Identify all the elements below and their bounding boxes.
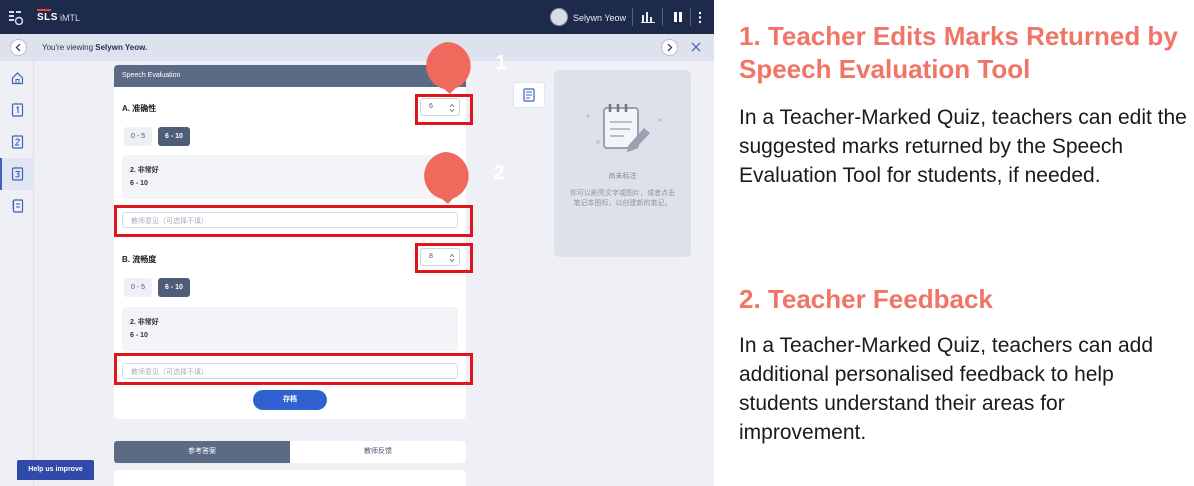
more-vertical-icon[interactable] (698, 11, 702, 24)
page-3-icon[interactable] (11, 167, 24, 181)
viewing-prefix: You're viewing (42, 43, 96, 52)
chevron-left-icon (15, 43, 21, 52)
callout-number: 2 (493, 162, 505, 184)
tab-content (114, 470, 466, 486)
chevron-right-icon (667, 43, 673, 52)
help-us-improve-button[interactable]: Help us improve (17, 460, 94, 480)
notes-panel: 尚未标注 你可以刷亮文字或图片，或者点击笔记本图标，以创建新的笔记。 (554, 70, 691, 257)
apps-grid-icon[interactable] (9, 11, 23, 25)
notes-empty-hint: 你可以刷亮文字或图片，或者点击笔记本图标，以创建新的笔记。 (570, 190, 675, 207)
close-icon[interactable] (689, 40, 703, 54)
highlight-mark-a (415, 94, 473, 125)
answer-tabs: 参考答案 教师反馈 (114, 441, 466, 463)
viewing-text: You're viewing Selywn Yeow. (42, 43, 147, 52)
avatar[interactable] (550, 8, 568, 26)
user-name[interactable]: Selywn Yeow (573, 13, 626, 23)
band-description: 2. 非常好 6 - 10 (122, 155, 458, 199)
tab-reference-answer[interactable]: 参考答案 (114, 441, 290, 463)
viewing-bar: You're viewing Selywn Yeow. (0, 34, 714, 61)
top-bar: SLS iMTL Selywn Yeow (0, 0, 714, 34)
sidebar (0, 61, 34, 486)
criterion-title: B. 流畅度 (122, 255, 157, 264)
band-description: 2. 非常好 6 - 10 (122, 307, 458, 351)
band-title: 2. 非常好 (130, 167, 159, 174)
brand-logo[interactable]: SLS (37, 9, 58, 23)
notes-icon[interactable] (11, 199, 24, 213)
section-2-body: In a Teacher-Marked Quiz, teachers can a… (739, 334, 1154, 444)
range-option[interactable]: 0 - 5 (124, 278, 153, 297)
section-1-body: In a Teacher-Marked Quiz, teachers can e… (739, 106, 1187, 187)
pause-icon[interactable] (673, 11, 683, 23)
page-2-icon[interactable] (11, 135, 24, 149)
band-range: 6 - 10 (130, 332, 148, 339)
range-option-selected[interactable]: 6 - 10 (158, 278, 190, 297)
empty-notes-illustration-icon (586, 104, 662, 152)
range-option[interactable]: 0 - 5 (124, 127, 153, 146)
notebook-icon (523, 88, 535, 102)
notebook-button[interactable] (513, 82, 545, 108)
app-window: SLS iMTL Selywn Yeow You're viewing Sely… (0, 0, 714, 486)
callout-shape-icon (424, 152, 469, 204)
next-button[interactable] (661, 39, 678, 56)
divider (690, 8, 691, 26)
section-1-heading: 1. Teacher Edits Marks Returned by Speec… (739, 21, 1178, 84)
highlight-mark-b (415, 243, 473, 273)
highlight-feedback-a (114, 205, 473, 237)
band-range: 6 - 10 (130, 180, 148, 187)
notes-empty-title: 尚未标注 (608, 173, 637, 180)
highlight-feedback-b (114, 353, 473, 385)
divider (632, 8, 633, 26)
band-title: 2. 非常好 (130, 319, 159, 326)
page-1-icon[interactable] (11, 103, 24, 117)
app-name: iMTL (60, 13, 80, 23)
bar-chart-icon[interactable] (641, 11, 655, 23)
callout-bubble: 1 (420, 40, 507, 94)
tab-teacher-feedback[interactable]: 教师反馈 (290, 441, 466, 463)
save-button[interactable]: 存档 (253, 390, 327, 410)
range-selector: 0 - 5 6 - 10 (124, 278, 190, 297)
panel-header: Speech Evaluation (114, 65, 466, 87)
criterion-title: A. 准确性 (122, 104, 157, 113)
range-selector: 0 - 5 6 - 10 (124, 127, 190, 146)
section-2-heading: 2. Teacher Feedback (739, 284, 993, 314)
divider (662, 8, 663, 26)
range-option-selected[interactable]: 6 - 10 (158, 127, 190, 146)
callout-shape-icon (426, 42, 471, 94)
back-button[interactable] (10, 39, 27, 56)
callout-bubble: 2 (418, 150, 505, 204)
home-icon[interactable] (11, 71, 24, 85)
callout-number: 1 (495, 52, 507, 74)
viewing-student-name: Selywn Yeow. (95, 43, 148, 52)
